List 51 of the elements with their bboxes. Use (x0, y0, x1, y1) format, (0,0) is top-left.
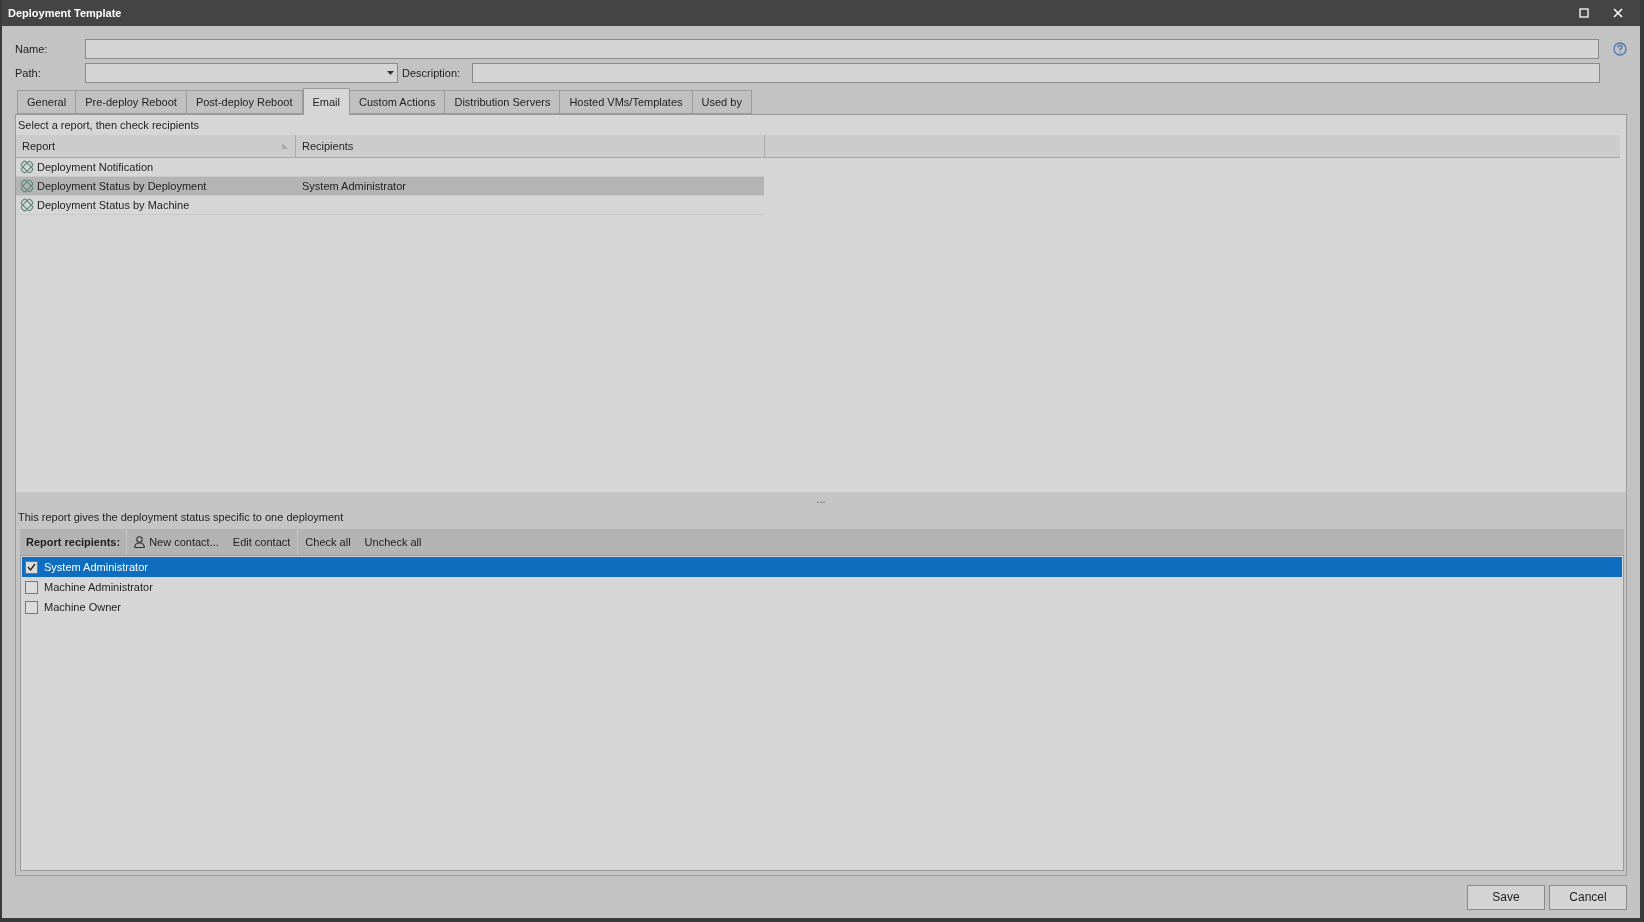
tab[interactable]: Email (302, 88, 350, 115)
tab[interactable]: Used by (692, 90, 752, 114)
tab[interactable]: Distribution Servers (445, 90, 561, 114)
recipient-row[interactable]: Machine Owner (22, 597, 1622, 617)
recipient-label: Machine Administrator (44, 579, 153, 595)
recipient-label: System Administrator (44, 559, 148, 575)
recipient-row[interactable]: Machine Administrator (22, 577, 1622, 597)
sort-icon (282, 142, 289, 150)
person-icon (134, 536, 146, 548)
tab[interactable]: Pre-deploy Reboot (76, 90, 187, 114)
dialog-button[interactable]: Save (1467, 884, 1545, 910)
instruction-text: Select a report, then check recipients (17, 118, 200, 133)
column-header[interactable]: Report (16, 135, 296, 157)
report-icon (20, 179, 34, 193)
toolbar-button[interactable]: Edit contact (225, 529, 298, 555)
name-label: Name: (15, 41, 49, 57)
report-icon (20, 160, 34, 174)
recipient-row[interactable]: System Administrator (22, 557, 1622, 577)
dialog-button[interactable]: Cancel (1549, 884, 1627, 910)
tab[interactable]: Post-deploy Reboot (186, 90, 303, 114)
checkbox[interactable] (25, 580, 38, 594)
path-dropdown[interactable] (85, 63, 398, 83)
checkbox[interactable] (25, 560, 38, 574)
close-icon (1613, 8, 1623, 18)
tab[interactable]: Custom Actions (350, 90, 446, 114)
table-cell: System Administrator (302, 179, 406, 192)
column-header[interactable]: Recipients (296, 135, 765, 157)
splitter-grip: ... (816, 494, 826, 503)
table-cell-text: Deployment Notification (37, 159, 154, 175)
toolbar-button[interactable]: New contact... (127, 529, 226, 555)
maximize-icon (1579, 8, 1589, 18)
description-field[interactable] (472, 63, 1600, 83)
name-field[interactable] (85, 39, 1599, 59)
path-label: Path: (15, 65, 42, 81)
table-cell-text: Deployment Status by Deployment (37, 178, 207, 194)
report-icon (20, 198, 34, 212)
tab[interactable]: Hosted VMs/Templates (560, 90, 693, 114)
check-icon (27, 563, 36, 571)
report-description: This report gives the deployment status specific to one deployment (18, 509, 345, 525)
recipient-label: Machine Owner (44, 599, 122, 615)
help-icon[interactable] (1613, 42, 1627, 56)
table-row[interactable]: Deployment Status by Machine (16, 196, 764, 215)
table-row[interactable]: Deployment Status by Deployment System Administrator (16, 177, 764, 196)
splitter[interactable]: ... (16, 492, 1626, 505)
checkbox[interactable] (25, 600, 38, 614)
toolbar-button[interactable]: Uncheck all (357, 529, 429, 555)
description-label: Description: (402, 65, 462, 81)
table-cell-text: Deployment Status by Machine (37, 197, 190, 213)
tab[interactable]: General (17, 90, 77, 114)
window-title: Deployment Template (8, 5, 123, 21)
dropdown-caret-icon (387, 71, 394, 75)
